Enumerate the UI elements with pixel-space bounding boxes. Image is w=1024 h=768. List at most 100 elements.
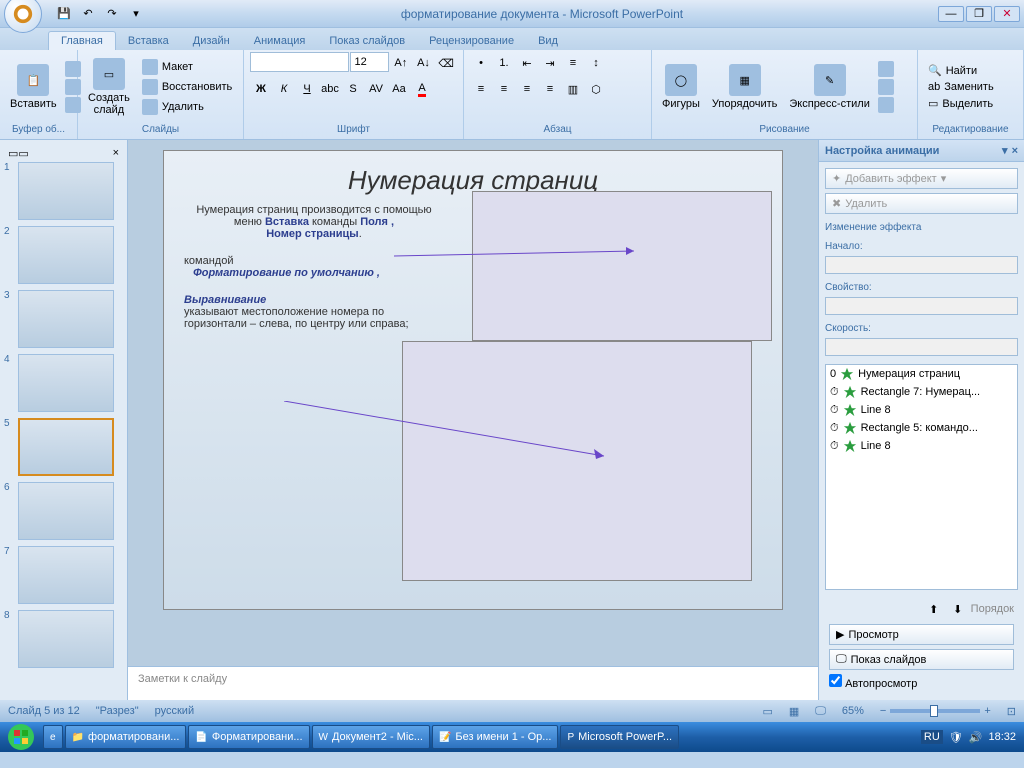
undo-icon[interactable]: ↶ bbox=[78, 4, 98, 24]
qat-customize-icon[interactable]: ▾ bbox=[126, 4, 146, 24]
arrange-button[interactable]: ▦Упорядочить bbox=[708, 62, 781, 112]
fit-icon[interactable]: ⊡ bbox=[1007, 705, 1016, 718]
task-item[interactable]: 📄 Форматировани... bbox=[188, 725, 309, 749]
tab-view[interactable]: Вид bbox=[526, 32, 570, 50]
add-effect-button[interactable]: ✦ Добавить эффект ▾ bbox=[825, 168, 1018, 189]
notes-pane[interactable]: Заметки к слайду bbox=[128, 666, 818, 700]
tray-icon[interactable]: 🛡 bbox=[949, 731, 963, 744]
thumbnail-5[interactable] bbox=[18, 418, 114, 476]
shadow-button[interactable]: S bbox=[342, 78, 364, 100]
thumbnail-8[interactable] bbox=[18, 610, 114, 668]
task-item[interactable]: W Документ2 - Mic... bbox=[312, 725, 430, 749]
view-slideshow-icon[interactable]: 🖵 bbox=[815, 705, 826, 718]
thumbnail-2[interactable] bbox=[18, 226, 114, 284]
property-combo[interactable] bbox=[825, 297, 1018, 315]
tray-icon[interactable]: 🔊 bbox=[969, 731, 983, 744]
underline-button[interactable]: Ч bbox=[296, 78, 318, 100]
numbering-icon[interactable]: 1. bbox=[493, 52, 515, 74]
thumbnail-6[interactable] bbox=[18, 482, 114, 540]
align-left-icon[interactable]: ≡ bbox=[470, 78, 492, 100]
tab-home[interactable]: Главная bbox=[48, 31, 116, 50]
tab-review[interactable]: Рецензирование bbox=[417, 32, 526, 50]
clear-format-icon[interactable]: ⌫ bbox=[435, 52, 457, 74]
slide-thumbnails[interactable]: ▭ ▭× 1 2 3 4 5 6 7 8 bbox=[0, 140, 128, 700]
thumbnail-7[interactable] bbox=[18, 546, 114, 604]
grow-font-icon[interactable]: A↑ bbox=[390, 52, 412, 74]
view-normal-icon[interactable]: ▭ bbox=[762, 705, 772, 718]
font-color-icon[interactable]: A bbox=[411, 78, 433, 100]
select-button[interactable]: ▭Выделить bbox=[924, 96, 998, 111]
outline-tab-icon[interactable]: ▭ bbox=[8, 147, 18, 160]
quick-styles-button[interactable]: ✎Экспресс-стили bbox=[785, 62, 873, 112]
slides-tab-icon[interactable]: ▭ bbox=[18, 147, 28, 160]
replace-button[interactable]: abЗаменить bbox=[924, 80, 998, 94]
auto-preview-checkbox[interactable]: Автопросмотр bbox=[829, 674, 1014, 690]
zoom-slider[interactable]: −+ bbox=[880, 705, 991, 717]
task-item[interactable]: 📝 Без имени 1 - Op... bbox=[432, 725, 558, 749]
delete-slide-button[interactable]: Удалить bbox=[138, 98, 236, 116]
align-right-icon[interactable]: ≡ bbox=[516, 78, 538, 100]
move-up-icon[interactable]: ⬆ bbox=[923, 598, 945, 620]
effect-list[interactable]: 0Нумерация страниц ⏱Rectangle 7: Нумерац… bbox=[825, 364, 1018, 590]
language-indicator[interactable]: русский bbox=[155, 705, 194, 717]
system-tray[interactable]: RU 🛡 🔊 18:32 bbox=[913, 730, 1024, 744]
text-direction-icon[interactable]: ↕ bbox=[585, 52, 607, 74]
move-down-icon[interactable]: ⬇ bbox=[947, 598, 969, 620]
paste-button[interactable]: 📋Вставить bbox=[6, 62, 61, 112]
thumbnail-4[interactable] bbox=[18, 354, 114, 412]
task-item[interactable]: 📁 форматировани... bbox=[65, 725, 187, 749]
strike-button[interactable]: abc bbox=[319, 78, 341, 100]
change-case-icon[interactable]: Aa bbox=[388, 78, 410, 100]
thumbnail-1[interactable] bbox=[18, 162, 114, 220]
slide-text[interactable]: Нумерация страниц производится с помощью bbox=[184, 204, 444, 216]
close-pane-icon[interactable]: × bbox=[113, 147, 119, 159]
start-combo[interactable] bbox=[825, 256, 1018, 274]
bold-button[interactable]: Ж bbox=[250, 78, 272, 100]
columns-icon[interactable]: ▥ bbox=[562, 78, 584, 100]
preview-button[interactable]: ▶ Просмотр bbox=[829, 624, 1014, 645]
shapes-button[interactable]: ◯Фигуры bbox=[658, 62, 704, 112]
slideshow-button[interactable]: 🖵 Показ слайдов bbox=[829, 649, 1014, 670]
indent-dec-icon[interactable]: ⇤ bbox=[516, 52, 538, 74]
quick-launch-ie[interactable]: e bbox=[43, 725, 63, 749]
shape-outline-icon[interactable] bbox=[878, 79, 894, 95]
save-icon[interactable]: 💾 bbox=[54, 4, 74, 24]
clock[interactable]: 18:32 bbox=[988, 731, 1016, 743]
line-spacing-icon[interactable]: ≡ bbox=[562, 52, 584, 74]
view-sorter-icon[interactable]: ▦ bbox=[789, 705, 799, 718]
find-button[interactable]: 🔍Найти bbox=[924, 63, 998, 78]
tab-animation[interactable]: Анимация bbox=[242, 32, 318, 50]
smartart-icon[interactable]: ⬡ bbox=[585, 78, 607, 100]
shrink-font-icon[interactable]: A↓ bbox=[413, 52, 435, 74]
close-button[interactable]: ✕ bbox=[994, 6, 1020, 22]
tab-insert[interactable]: Вставка bbox=[116, 32, 181, 50]
anim-pane-close-icon[interactable]: × bbox=[1012, 145, 1018, 157]
reset-button[interactable]: Восстановить bbox=[138, 78, 236, 96]
bullets-icon[interactable]: • bbox=[470, 52, 492, 74]
shape-effects-icon[interactable] bbox=[878, 97, 894, 113]
font-size-combo[interactable]: 12 bbox=[350, 52, 390, 72]
remove-effect-button[interactable]: ✖ Удалить bbox=[825, 193, 1018, 214]
thumbnail-3[interactable] bbox=[18, 290, 114, 348]
align-center-icon[interactable]: ≡ bbox=[493, 78, 515, 100]
font-name-combo[interactable] bbox=[250, 52, 349, 72]
slide[interactable]: Нумерация страниц Нумерация страниц прои… bbox=[163, 150, 783, 610]
minimize-button[interactable]: — bbox=[938, 6, 964, 22]
zoom-value[interactable]: 65% bbox=[842, 705, 864, 717]
redo-icon[interactable]: ↷ bbox=[102, 4, 122, 24]
justify-icon[interactable]: ≡ bbox=[539, 78, 561, 100]
layout-button[interactable]: Макет bbox=[138, 58, 236, 76]
indent-inc-icon[interactable]: ⇥ bbox=[539, 52, 561, 74]
restore-button[interactable]: ❐ bbox=[966, 6, 992, 22]
shape-fill-icon[interactable] bbox=[878, 61, 894, 77]
anim-pane-menu-icon[interactable]: ▾ bbox=[1002, 144, 1008, 157]
task-item-active[interactable]: P Microsoft PowerP... bbox=[560, 725, 679, 749]
tab-slideshow[interactable]: Показ слайдов bbox=[317, 32, 417, 50]
new-slide-button[interactable]: ▭Создать слайд bbox=[84, 56, 134, 118]
tab-design[interactable]: Дизайн bbox=[181, 32, 242, 50]
char-spacing-icon[interactable]: AV bbox=[365, 78, 387, 100]
italic-button[interactable]: К bbox=[273, 78, 295, 100]
start-button[interactable] bbox=[0, 722, 42, 752]
lang-indicator[interactable]: RU bbox=[921, 730, 943, 744]
speed-combo[interactable] bbox=[825, 338, 1018, 356]
